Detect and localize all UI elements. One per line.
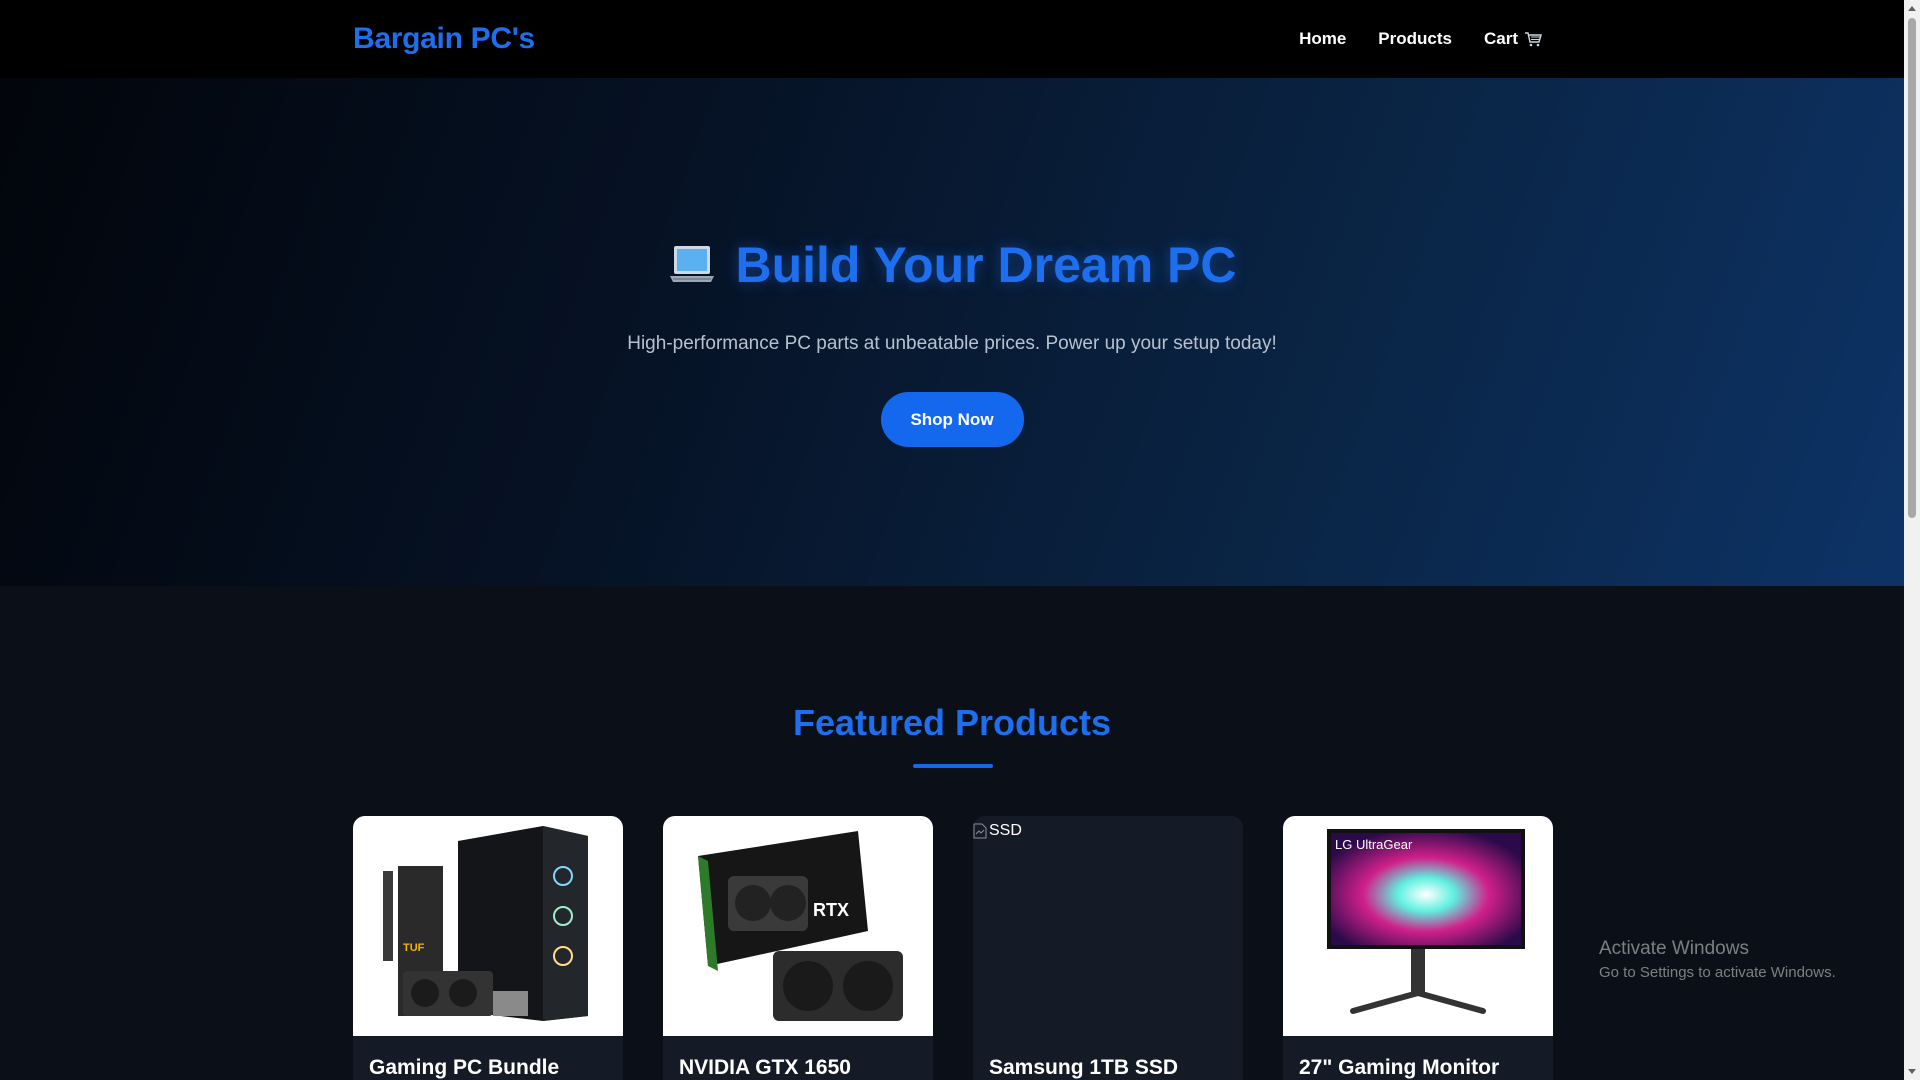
featured-title: Featured Products bbox=[792, 702, 1112, 743]
product-name[interactable]: 27" Gaming Monitor bbox=[1283, 1036, 1553, 1080]
nav-link-home-label: Home bbox=[1299, 29, 1347, 48]
navbar: Bargain PC's Home Products Cart bbox=[0, 0, 1904, 78]
graphics-card-illustration: RTX bbox=[698, 831, 903, 1021]
nav-links: Home Products Cart bbox=[1299, 29, 1542, 49]
scroll-down-arrow-icon[interactable] bbox=[1904, 1064, 1920, 1080]
featured-section: Featured Products TUF Gaming PC Bundle R… bbox=[0, 586, 1904, 1080]
nav-link-home[interactable]: Home bbox=[1299, 29, 1346, 49]
ssd-alt-text: SSD bbox=[989, 822, 1022, 839]
vertical-scrollbar[interactable] bbox=[1904, 0, 1920, 1080]
scrollbar-thumb[interactable] bbox=[1908, 18, 1916, 518]
hero-subtitle: High-performance PC parts at unbeatable … bbox=[627, 333, 1277, 354]
hero-title-text: Build Your Dream PC bbox=[735, 237, 1237, 293]
gaming-pc-bundle-image[interactable]: TUF bbox=[353, 816, 623, 1036]
nav-link-cart-label: Cart bbox=[1483, 29, 1518, 48]
hero-section: Build Your Dream PC High-performance PC … bbox=[0, 78, 1904, 586]
gaming-pc-bundle-illustration: TUF bbox=[383, 826, 588, 1021]
shop-now-button[interactable]: Shop Now bbox=[880, 392, 1024, 447]
graphics-card-image[interactable]: RTX bbox=[663, 816, 933, 1036]
product-card-gaming-monitor[interactable]: LG UltraGear 27" Gaming Monitor bbox=[1283, 816, 1553, 1080]
title-underline bbox=[913, 764, 993, 768]
cart-icon bbox=[1525, 32, 1542, 47]
product-name[interactable]: Samsung 1TB SSD bbox=[973, 1036, 1243, 1080]
product-name[interactable]: NVIDIA GTX 1650 bbox=[663, 1036, 933, 1080]
product-grid: TUF Gaming PC Bundle RTX NVIDIA GTX 1650… bbox=[353, 816, 1553, 1080]
monitor-image[interactable]: LG UltraGear bbox=[1283, 816, 1553, 1036]
monitor-brand-text: LG UltraGear bbox=[1335, 837, 1413, 852]
product-card-samsung-ssd[interactable]: SSD Samsung 1TB SSD bbox=[973, 816, 1243, 1080]
product-card-gtx-1650[interactable]: RTX NVIDIA GTX 1650 bbox=[663, 816, 933, 1080]
product-card-gaming-pc-bundle[interactable]: TUF Gaming PC Bundle bbox=[353, 816, 623, 1080]
monitor-illustration: LG UltraGear bbox=[1327, 829, 1525, 1014]
nav-link-products-label: Products bbox=[1378, 29, 1452, 48]
page: Bargain PC's Home Products Cart Build Yo… bbox=[0, 0, 1920, 1080]
laptop-icon bbox=[670, 246, 715, 282]
nav-link-cart[interactable]: Cart bbox=[1484, 29, 1542, 49]
brand-logo[interactable]: Bargain PC's bbox=[353, 22, 535, 56]
watermark-title: Activate Windows bbox=[1599, 938, 1749, 959]
nav-link-products[interactable]: Products bbox=[1378, 29, 1452, 49]
product-name[interactable]: Gaming PC Bundle bbox=[353, 1036, 623, 1080]
svg-text:RTX: RTX bbox=[813, 900, 849, 920]
hero-title: Build Your Dream PC bbox=[667, 236, 1237, 294]
broken-image-icon bbox=[973, 823, 987, 839]
ssd-image-broken[interactable]: SSD bbox=[973, 816, 1243, 1036]
watermark-subtitle: Go to Settings to activate Windows. bbox=[1599, 964, 1836, 981]
broken-image-alt: SSD bbox=[973, 816, 1022, 840]
svg-text:TUF: TUF bbox=[403, 942, 425, 954]
scroll-up-arrow-icon[interactable] bbox=[1904, 0, 1920, 16]
windows-activation-watermark: Activate Windows Go to Settings to activ… bbox=[1599, 938, 1836, 981]
